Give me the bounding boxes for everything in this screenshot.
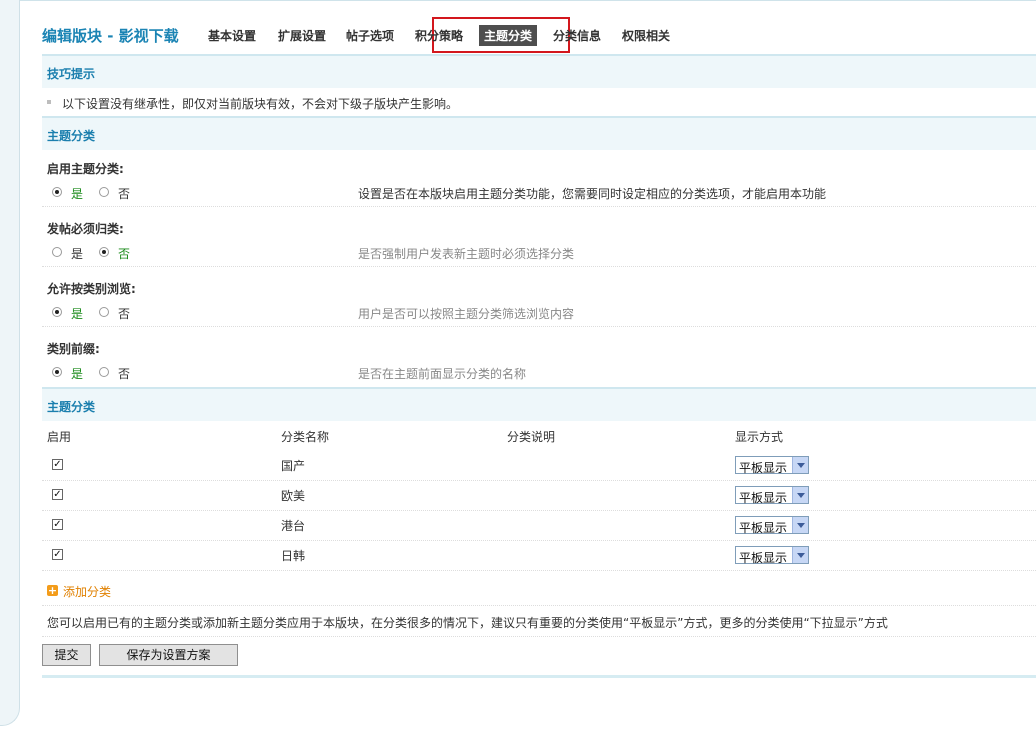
tab-credit-policy[interactable]: 积分策略 — [415, 27, 463, 44]
radio-type-prefix-yes[interactable] — [52, 367, 62, 377]
enable-checkbox[interactable]: ✓ — [52, 549, 63, 560]
column-header-name: 分类名称 — [281, 430, 330, 444]
submit-button[interactable]: 提交 — [42, 644, 91, 666]
radio-enable-types-yes[interactable] — [52, 187, 62, 197]
table-row: ✓ 欧美 平板显示 — [42, 480, 1036, 511]
option-description: 设置是否在本版块启用主题分类功能，您需要同时设定相应的分类选项，才能启用本功能 — [358, 187, 827, 201]
tab-nav: 编辑版块 - 影视下载 基本设置 扩展设置 帖子选项 积分策略 主题分类 分类信… — [42, 22, 1036, 48]
display-mode-select[interactable]: 平板显示 — [735, 486, 809, 505]
radio-label-yes: 是 — [71, 367, 84, 381]
save-scheme-button[interactable]: 保存为设置方案 — [99, 644, 238, 666]
column-header-enabled: 启用 — [47, 430, 72, 444]
radio-type-prefix-no[interactable] — [99, 367, 109, 377]
display-mode-value: 平板显示 — [739, 521, 788, 535]
option-description: 是否强制用户发表新主题时必须选择分类 — [358, 247, 575, 261]
option-row-require-type: 是 否 是否强制用户发表新主题时必须选择分类 — [42, 240, 1036, 267]
enable-checkbox[interactable]: ✓ — [52, 519, 63, 530]
chevron-down-icon[interactable] — [792, 457, 808, 473]
radio-require-type-yes[interactable] — [52, 247, 62, 257]
option-description: 是否在主题前面显示分类的名称 — [358, 367, 527, 381]
enable-checkbox[interactable]: ✓ — [52, 459, 63, 470]
bullet-icon — [47, 100, 51, 104]
radio-label-no: 否 — [118, 307, 131, 321]
tips-header: 技巧提示 — [42, 54, 1036, 88]
radio-label-no: 否 — [118, 367, 131, 381]
chevron-down-icon[interactable] — [792, 487, 808, 503]
radio-browse-by-type-no[interactable] — [99, 307, 109, 317]
option-label-browse-by-type: 允许按类别浏览: — [47, 282, 136, 296]
tips-item: 以下设置没有继承性，即仅对当前版块有效，不会对下级子版块产生影响。 — [42, 86, 1036, 117]
page-title: 编辑版块 - 影视下载 — [42, 27, 179, 45]
radio-label-no: 否 — [118, 247, 131, 261]
column-header-display: 显示方式 — [735, 430, 784, 444]
option-description: 用户是否可以按照主题分类筛选浏览内容 — [358, 307, 575, 321]
table-row: ✓ 港台 平板显示 — [42, 510, 1036, 541]
tab-permissions[interactable]: 权限相关 — [622, 27, 670, 44]
radio-enable-types-no[interactable] — [99, 187, 109, 197]
category-name: 日韩 — [281, 549, 306, 563]
frame-top-border — [0, 0, 1036, 8]
display-mode-value: 平板显示 — [739, 551, 788, 565]
option-row-enable-types: 是 否 设置是否在本版块启用主题分类功能，您需要同时设定相应的分类选项，才能启用… — [42, 180, 1036, 207]
categories-header: 主题分类 — [42, 387, 1036, 421]
option-label-type-prefix: 类别前缀: — [47, 342, 100, 356]
display-mode-select[interactable]: 平板显示 — [735, 456, 809, 475]
option-row-browse-by-type: 是 否 用户是否可以按照主题分类筛选浏览内容 — [42, 300, 1036, 327]
chevron-down-icon[interactable] — [792, 517, 808, 533]
radio-require-type-no[interactable] — [99, 247, 109, 257]
table-row: ✓ 日韩 平板显示 — [42, 540, 1036, 571]
radio-label-yes: 是 — [71, 187, 84, 201]
display-mode-value: 平板显示 — [739, 491, 788, 505]
tips-header-label: 技巧提示 — [47, 67, 96, 81]
tab-thread-types[interactable]: 主题分类 — [479, 25, 538, 46]
display-mode-select[interactable]: 平板显示 — [735, 516, 809, 535]
left-frame-bar — [0, 0, 20, 726]
tab-extended-settings[interactable]: 扩展设置 — [278, 27, 326, 44]
chevron-down-icon[interactable] — [792, 547, 808, 563]
categories-header-label: 主题分类 — [47, 400, 96, 414]
column-header-description: 分类说明 — [507, 430, 556, 444]
radio-browse-by-type-yes[interactable] — [52, 307, 62, 317]
option-label-require-type: 发帖必须归类: — [47, 222, 124, 236]
option-label-enable-types: 启用主题分类: — [47, 162, 124, 176]
footer-divider — [42, 675, 1036, 678]
categories-note-text: 您可以启用已有的主题分类或添加新主题分类应用于本版块，在分类很多的情况下，建议只… — [47, 616, 888, 630]
radio-label-no: 否 — [118, 187, 131, 201]
radio-label-yes: 是 — [71, 247, 84, 261]
add-category-label: 添加分类 — [63, 585, 112, 599]
settings-header: 主题分类 — [42, 116, 1036, 150]
category-name: 国产 — [281, 459, 306, 473]
categories-note: 您可以启用已有的主题分类或添加新主题分类应用于本版块，在分类很多的情况下，建议只… — [42, 605, 1036, 637]
enable-checkbox[interactable]: ✓ — [52, 489, 63, 500]
radio-label-yes: 是 — [71, 307, 84, 321]
settings-header-label: 主题分类 — [47, 129, 96, 143]
category-name: 港台 — [281, 519, 306, 533]
option-row-type-prefix: 是 否 是否在主题前面显示分类的名称 — [42, 360, 1036, 386]
category-name: 欧美 — [281, 489, 306, 503]
tab-basic-settings[interactable]: 基本设置 — [208, 27, 256, 44]
tab-type-info[interactable]: 分类信息 — [553, 27, 601, 44]
table-row: ✓ 国产 平板显示 — [42, 450, 1036, 481]
tips-text: 以下设置没有继承性，即仅对当前版块有效，不会对下级子版块产生影响。 — [62, 97, 459, 111]
display-mode-value: 平板显示 — [739, 461, 788, 475]
display-mode-select[interactable]: 平板显示 — [735, 546, 809, 565]
plus-icon: + — [47, 584, 58, 597]
tab-post-options[interactable]: 帖子选项 — [346, 27, 394, 44]
